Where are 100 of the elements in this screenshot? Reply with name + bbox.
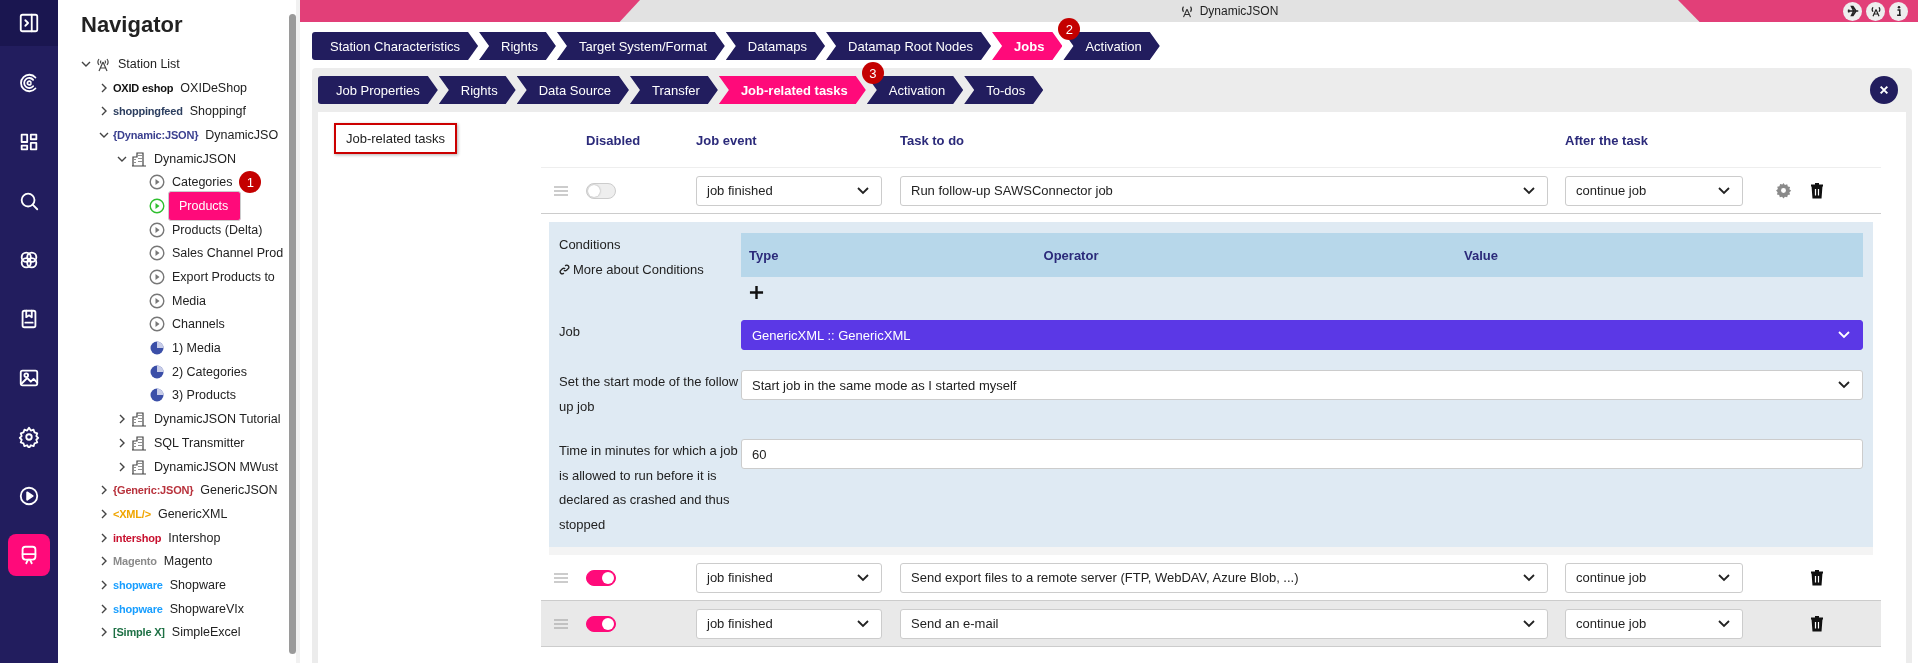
tree-item[interactable]: GenericJSON — [196, 482, 282, 499]
chevron-icon[interactable] — [99, 106, 109, 117]
building-icon — [131, 150, 147, 167]
tree-item[interactable]: ShopwareVIx — [165, 600, 249, 617]
tree-item[interactable]: Magento — [159, 553, 217, 570]
tree-item[interactable]: Channels — [168, 316, 229, 333]
column-header: Job event — [696, 133, 758, 148]
tree-item[interactable]: Categories — [168, 174, 237, 191]
chevron-icon[interactable] — [99, 603, 109, 614]
tree-item[interactable]: Products (Delta) — [168, 221, 267, 238]
chevron-icon[interactable] — [99, 82, 109, 93]
task-select[interactable]: Run follow-up SAWSConnector job — [900, 175, 1548, 206]
tree-item[interactable]: Shoppingf — [185, 103, 251, 120]
navigator-title: Navigator — [80, 11, 184, 39]
chevron-icon[interactable] — [117, 437, 127, 448]
close-button[interactable] — [1870, 76, 1898, 104]
tab[interactable]: To-dos — [964, 76, 1044, 104]
field-label: Conditions — [559, 236, 622, 254]
tab[interactable]: Job Properties — [318, 76, 438, 104]
toggle-switch[interactable] — [586, 615, 616, 632]
delete-icon[interactable] — [1810, 182, 1824, 199]
delete-icon[interactable] — [1810, 569, 1824, 586]
chevron-icon[interactable] — [99, 556, 109, 567]
pie-icon — [149, 363, 165, 380]
tab[interactable]: Transfer — [629, 76, 718, 104]
tree-item[interactable]: DynamicJSON MWust — [150, 458, 283, 475]
drag-handle-icon[interactable] — [552, 618, 569, 629]
after-task-select[interactable]: continue job — [1565, 175, 1743, 206]
airplane-icon[interactable] — [1843, 1, 1862, 21]
chevron-icon — [1838, 381, 1850, 389]
conditions-link[interactable]: More about Conditions — [559, 257, 704, 282]
tree-item[interactable]: DynamicJSON Tutorial — [150, 411, 285, 428]
task-select[interactable]: Send an e-mail — [900, 608, 1548, 639]
logo: <XML/> — [113, 507, 151, 520]
logo: [Simple X] — [113, 626, 165, 639]
tree-item[interactable]: 3) Products — [168, 387, 240, 404]
tab[interactable]: Datamap Root Nodes — [826, 32, 992, 60]
tree-item[interactable]: Intershop — [164, 529, 225, 546]
tab[interactable]: Data Source — [516, 76, 629, 104]
table-row[interactable]: job finished Send export files to a remote server (FTP, WebDAV, Azure Blob, ...) continue job — [541, 555, 1881, 601]
table-row[interactable]: job finished Run follow-up SAWSConnector job continue job — [541, 168, 1881, 214]
tree-item[interactable]: 1) Media — [168, 340, 225, 357]
chevron-icon[interactable] — [99, 508, 109, 519]
info-icon[interactable] — [1889, 1, 1908, 21]
after-task-select[interactable]: continue job — [1565, 608, 1743, 639]
chevron-icon — [1523, 186, 1535, 195]
select-field[interactable]: Start job in the same mode as I started myself — [741, 370, 1863, 400]
chevron-icon[interactable] — [99, 627, 109, 638]
column-header: Type — [748, 247, 780, 263]
task-select[interactable]: Send export files to a remote server (FTP, WebDAV, Azure Blob, ...) — [900, 562, 1548, 593]
tree-item[interactable]: SimpleExcel — [167, 624, 245, 641]
tree-item[interactable]: Shopware — [165, 576, 231, 593]
tab[interactable]: Station Characteristics — [312, 32, 479, 60]
chevron-icon — [1718, 619, 1730, 628]
after-task-select[interactable]: continue job — [1565, 562, 1743, 593]
tree-item[interactable]: SQL Transmitter — [150, 434, 249, 451]
tree-item[interactable]: Media — [168, 292, 211, 309]
chevron-icon[interactable] — [117, 414, 127, 425]
table-row[interactable]: job finished Send an e-mail continue job — [541, 601, 1881, 647]
tab[interactable]: Datamaps — [725, 32, 826, 60]
scrollbar[interactable] — [289, 14, 296, 654]
input-field[interactable]: 60 — [741, 439, 1863, 469]
tab[interactable]: Job-related tasks — [718, 76, 866, 104]
tree-item[interactable]: 2) Categories — [168, 363, 252, 380]
tree-item[interactable]: Station List — [114, 55, 184, 72]
pie-icon — [149, 387, 165, 404]
tab[interactable]: Rights — [438, 76, 516, 104]
drag-handle-icon[interactable] — [552, 572, 569, 583]
select-field[interactable]: GenericXML :: GenericXML — [741, 320, 1863, 350]
tree-item[interactable]: Products — [168, 190, 242, 221]
tree-item[interactable]: Export Products to — [168, 269, 279, 286]
delete-icon[interactable] — [1810, 615, 1824, 632]
chevron-icon — [1523, 573, 1535, 582]
column-header: Value — [1464, 247, 1498, 263]
step-badge: 1 — [239, 171, 262, 194]
column-header: Disabled — [585, 133, 642, 148]
chevron-icon[interactable] — [99, 485, 109, 496]
job-event-select[interactable]: job finished — [696, 562, 882, 593]
toggle-switch[interactable] — [586, 182, 616, 199]
chevron-icon[interactable] — [99, 579, 109, 590]
job-event-select[interactable]: job finished — [696, 175, 882, 206]
add-icon[interactable] — [749, 285, 764, 300]
tree-item[interactable]: OXIDeShop — [176, 79, 252, 96]
tab[interactable]: Jobs — [992, 32, 1063, 60]
drag-handle-icon[interactable] — [552, 185, 569, 196]
tree-item[interactable]: DynamicJSO — [201, 126, 283, 143]
toggle-switch[interactable] — [586, 569, 616, 586]
antenna-icon[interactable] — [1866, 1, 1885, 21]
logo: OXID eshop — [113, 81, 174, 94]
play-icon — [149, 269, 165, 286]
job-event-select[interactable]: job finished — [696, 608, 882, 639]
tree-item[interactable]: DynamicJSON — [150, 150, 240, 167]
train-icon[interactable] — [8, 533, 50, 576]
chevron-icon[interactable] — [117, 461, 127, 472]
tab[interactable]: Target System/Format — [556, 32, 725, 60]
tab[interactable]: Rights — [479, 32, 556, 60]
tree-item[interactable]: Sales Channel Prod — [168, 245, 288, 262]
chevron-icon[interactable] — [99, 532, 109, 543]
tree-item[interactable]: GenericXML — [153, 505, 232, 522]
chevron-icon — [1523, 619, 1535, 628]
